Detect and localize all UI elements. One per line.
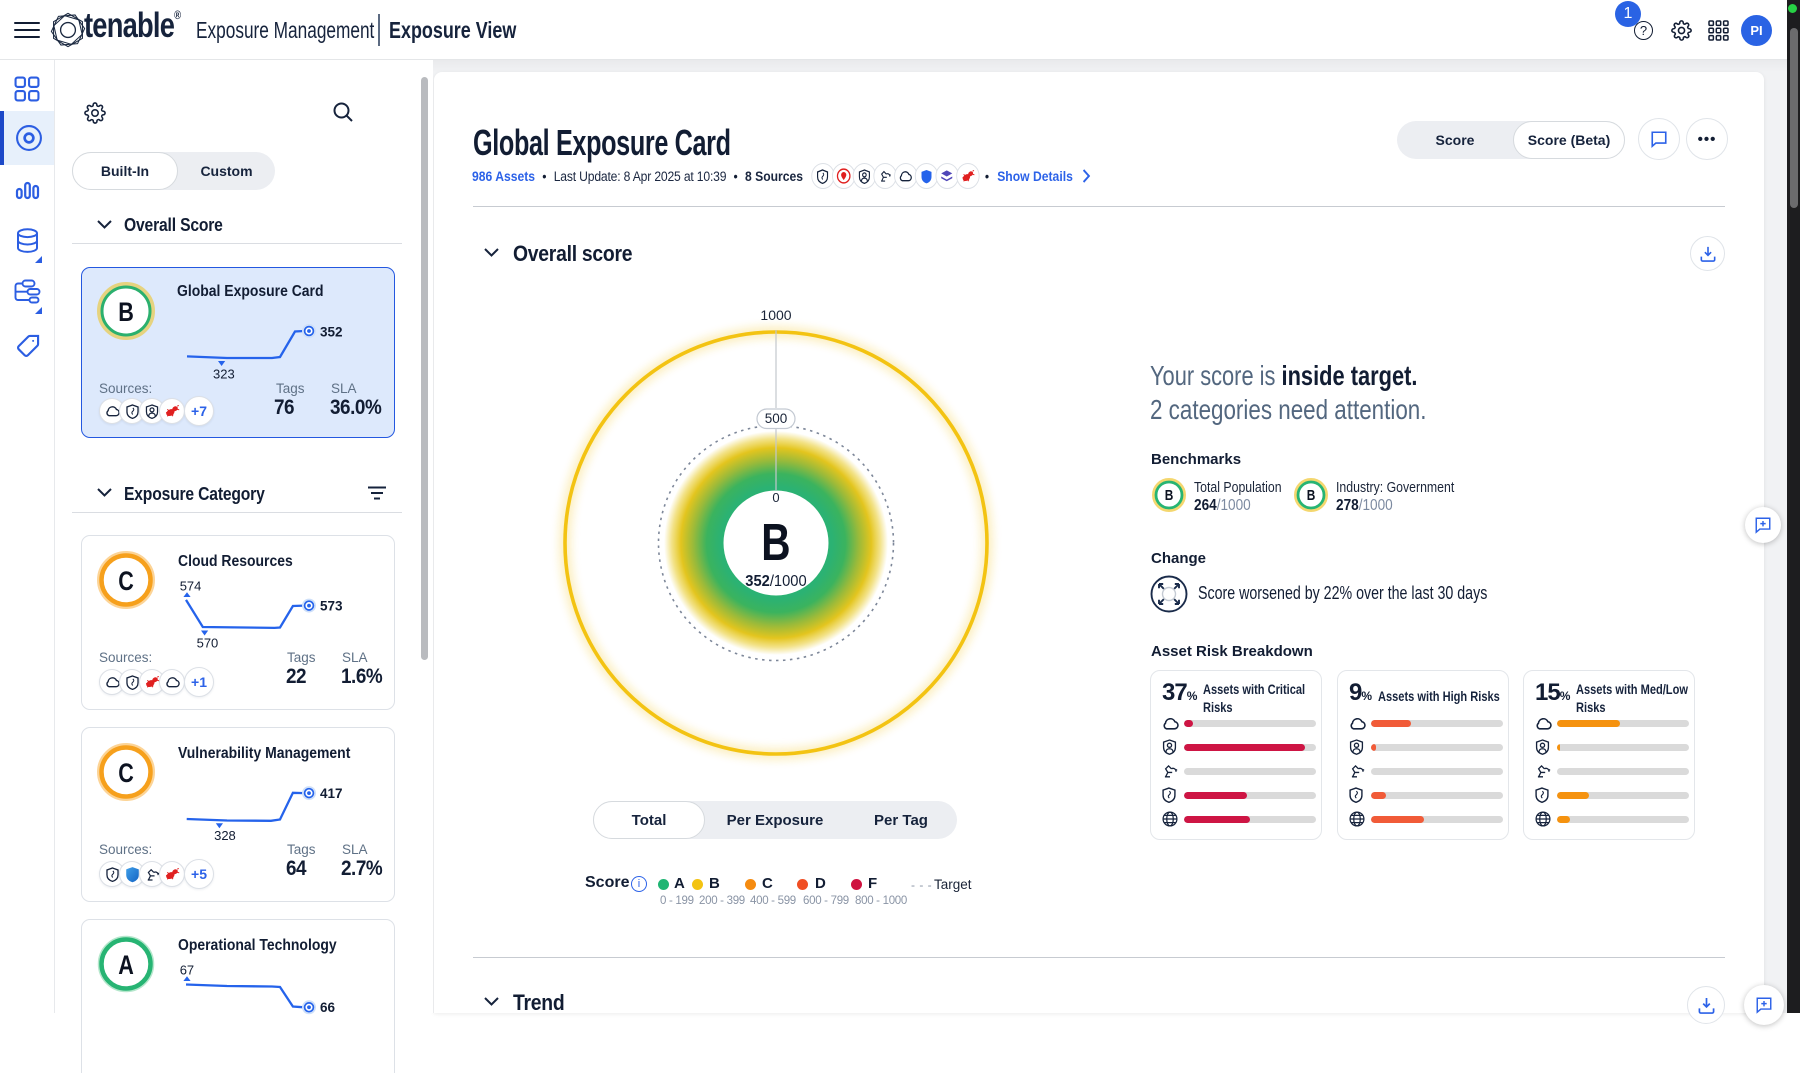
svg-text:67: 67 xyxy=(180,962,194,977)
svg-text:A: A xyxy=(118,951,134,981)
svg-text:417: 417 xyxy=(320,786,343,801)
svg-text:B: B xyxy=(118,298,134,328)
svg-text:352: 352 xyxy=(320,324,343,339)
svg-text:B: B xyxy=(761,513,790,571)
svg-text:570: 570 xyxy=(197,635,219,650)
svg-text:C: C xyxy=(118,759,134,789)
svg-text:352/1000: 352/1000 xyxy=(745,572,806,590)
svg-text:323: 323 xyxy=(213,367,235,382)
svg-text:573: 573 xyxy=(320,598,343,613)
svg-text:500: 500 xyxy=(765,411,788,426)
svg-text:B: B xyxy=(1165,487,1174,503)
svg-text:1000: 1000 xyxy=(760,308,791,323)
svg-text:328: 328 xyxy=(214,828,236,843)
svg-text:0: 0 xyxy=(772,490,779,505)
svg-text:C: C xyxy=(118,567,134,597)
svg-text:B: B xyxy=(1307,487,1316,503)
svg-text:574: 574 xyxy=(180,578,202,593)
